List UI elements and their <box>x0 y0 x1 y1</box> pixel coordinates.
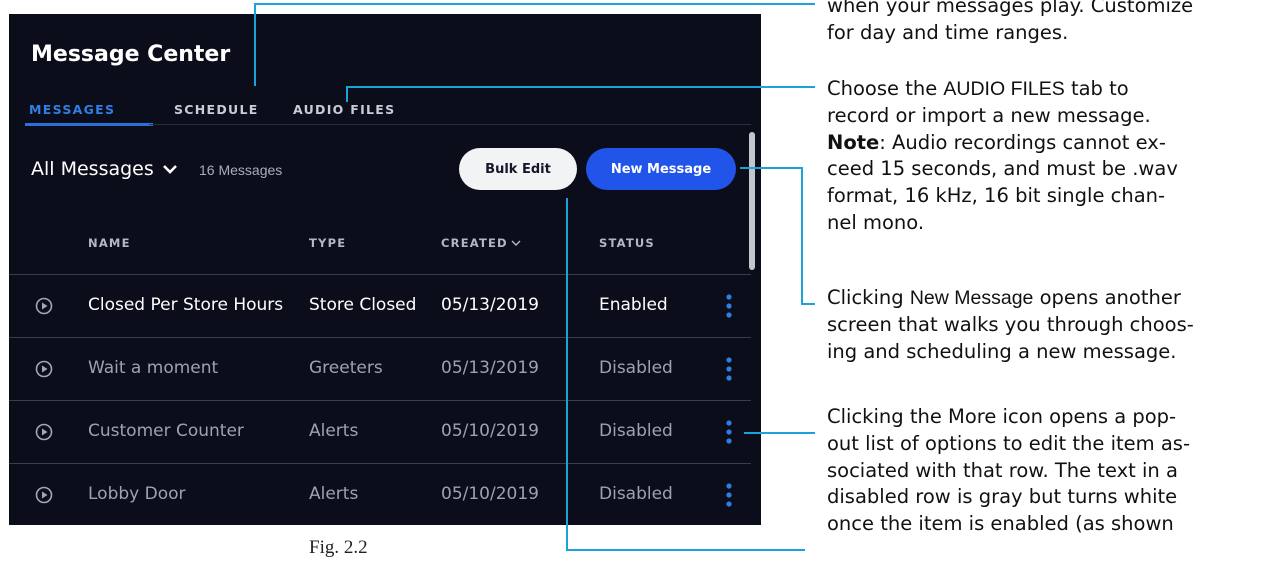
annotation-new-message: Clicking New Message opens another scree… <box>827 285 1259 365</box>
annotation-line: format, 16 kHz, 16 bit single chan- <box>827 184 1166 208</box>
callout-line-audio-files <box>346 86 815 102</box>
annotation-audio-files: Choose the AUDIO FILES tab to record or … <box>827 76 1259 237</box>
new-message-keyword: New Message <box>909 287 1034 309</box>
callout-line-schedule <box>254 3 815 86</box>
annotation-line: disabled row is gray but turns white <box>827 485 1178 509</box>
note-label: Note <box>827 130 880 154</box>
annotation-line: record or import a new message. <box>827 103 1151 127</box>
callout-line-bulk-edit <box>566 198 805 551</box>
annotation-line: once the item is enabled (as shown <box>827 512 1174 536</box>
annotation-line: sociated with that row. The text in a <box>827 458 1178 482</box>
annotation-line: out list of options to edit the item as- <box>827 431 1190 455</box>
annotation-line: for day and time ranges. <box>827 20 1069 44</box>
annotation-schedule: when your messages play. Customize for d… <box>827 0 1259 47</box>
annotation-line: ing and scheduling a new message. <box>827 339 1177 363</box>
annotation-line: Clicking the More icon opens a pop- <box>827 405 1177 428</box>
annotation-line: Note: Audio recordings cannot ex- <box>827 130 1166 154</box>
callout-line-new-message <box>740 167 815 305</box>
annotation-line: Clicking New Message opens another <box>827 286 1181 309</box>
annotation-line: nel mono. <box>827 210 925 234</box>
annotation-line: Choose the AUDIO FILES tab to <box>827 77 1129 100</box>
annotation-line: when your messages play. Customize <box>827 0 1194 17</box>
annotation-more-icon: Clicking the More icon opens a pop- out … <box>827 404 1259 538</box>
figure-caption: Fig. 2.2 <box>309 537 368 558</box>
audio-files-keyword: AUDIO FILES <box>943 78 1065 100</box>
annotation-line: ceed 15 seconds, and must be .wav <box>827 157 1178 181</box>
annotation-line: screen that walks you through choos- <box>827 312 1194 336</box>
